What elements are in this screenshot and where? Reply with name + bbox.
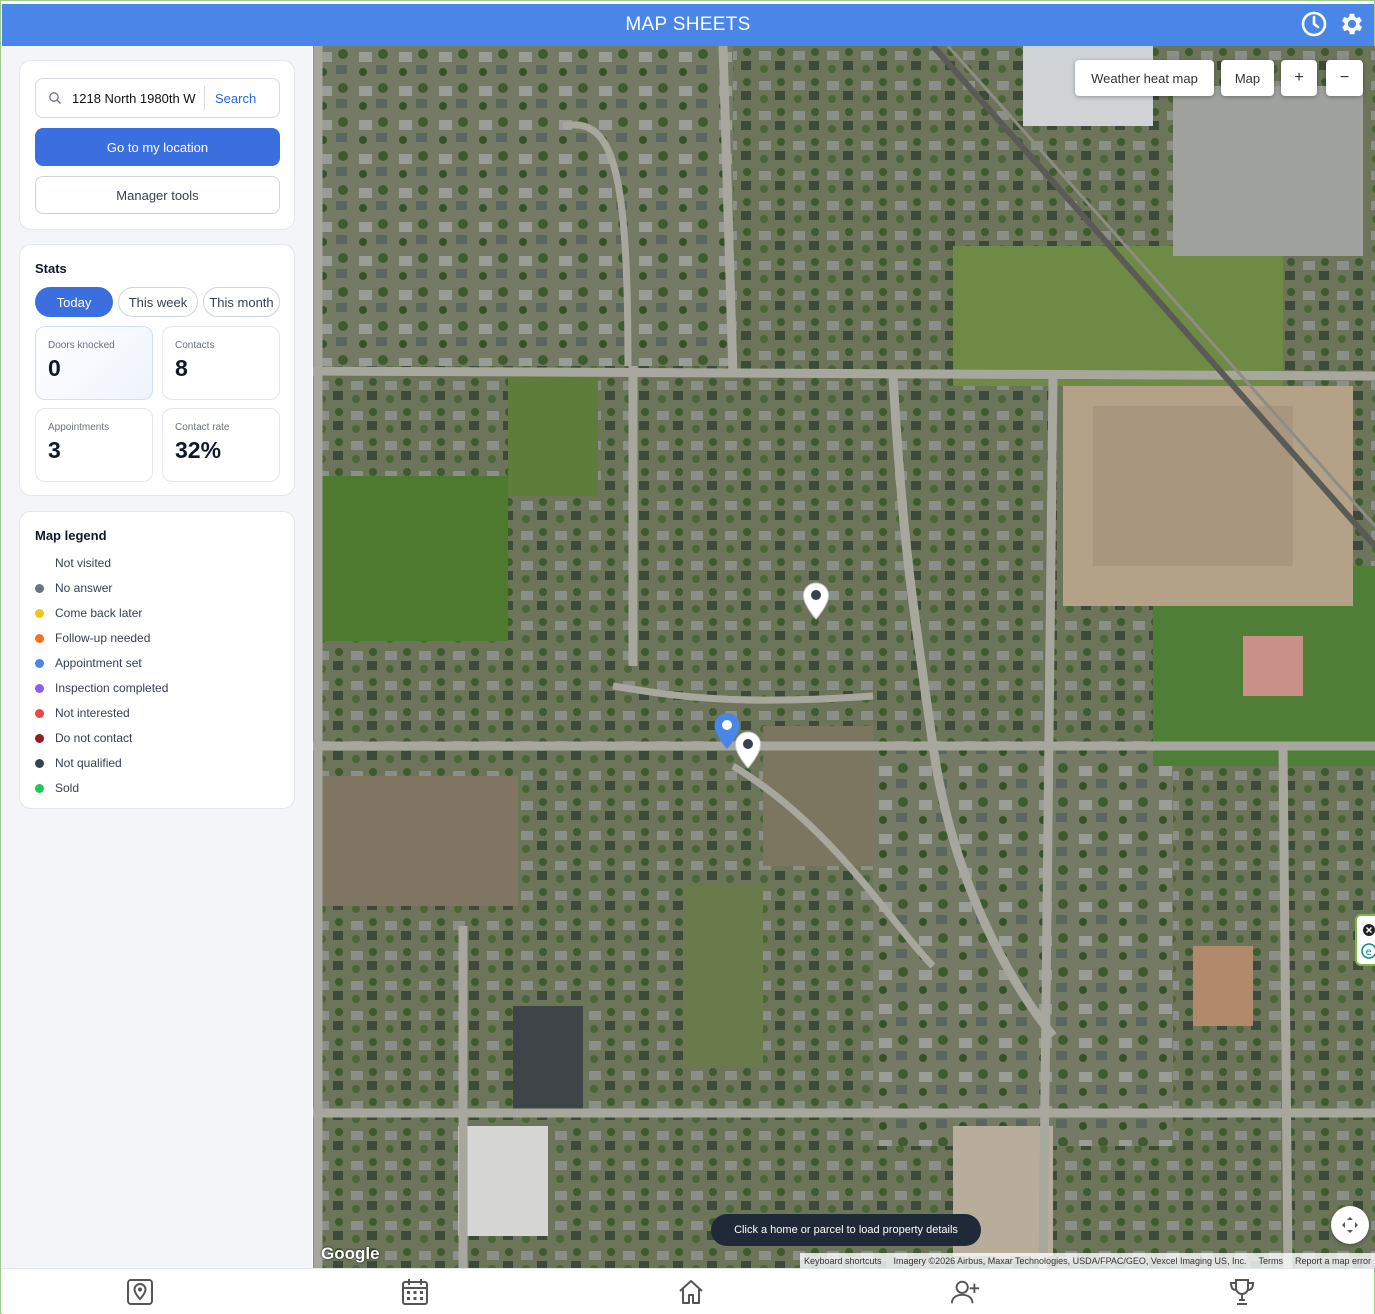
stat-contacts: Contacts 8 — [162, 326, 280, 400]
zoom-in-button[interactable]: + — [1281, 60, 1317, 96]
legend-item: Come back later — [35, 605, 142, 621]
legend-label: Follow-up needed — [55, 631, 151, 645]
map-pin-marker[interactable] — [734, 731, 762, 769]
calendar-icon[interactable] — [400, 1277, 430, 1307]
add-user-icon[interactable] — [950, 1277, 980, 1307]
satellite-imagery — [313, 46, 1375, 1268]
stat-label: Contacts — [175, 340, 215, 351]
legend-item: Inspection completed — [35, 680, 168, 696]
stats-card: Stats Today This week This month Doors k… — [19, 244, 295, 496]
terms-link[interactable]: Terms — [1258, 1256, 1283, 1266]
zoom-out-button[interactable]: − — [1326, 60, 1363, 96]
trophy-icon[interactable] — [1227, 1277, 1257, 1307]
stat-label: Contact rate — [175, 422, 230, 433]
stat-value: 0 — [48, 355, 61, 381]
legend-item: Not interested — [35, 705, 130, 721]
stat-label: Appointments — [48, 422, 110, 433]
app-title: MAP SHEETS — [625, 14, 751, 35]
legend-item: Follow-up needed — [35, 630, 150, 646]
imagery-credit: Imagery ©2026 Airbus, Maxar Technologies… — [893, 1255, 1247, 1266]
legend-color-dot — [35, 733, 44, 743]
legend-label: Come back later — [55, 606, 143, 620]
home-icon[interactable] — [676, 1277, 706, 1307]
stats-title: Stats — [35, 261, 67, 276]
stat-value: 3 — [48, 437, 61, 463]
manager-tools-button[interactable]: Manager tools — [35, 176, 280, 214]
legend-item: Not qualified — [35, 755, 122, 771]
legend-color-dot — [35, 758, 44, 768]
gear-icon[interactable] — [1338, 10, 1366, 38]
legend-color-dot — [35, 558, 44, 568]
legend-item: Sold — [35, 780, 79, 796]
legend-color-dot — [35, 658, 44, 668]
legend-color-dot — [35, 783, 44, 793]
legend-label: No answer — [55, 581, 113, 595]
google-logo: Google — [321, 1244, 380, 1263]
svg-text:e: e — [1366, 947, 1372, 958]
search-box: Search — [35, 78, 280, 118]
stat-doors-knocked: Doors knocked 0 — [35, 326, 153, 400]
legend-item: No answer — [35, 580, 112, 596]
stat-value: 8 — [175, 355, 188, 381]
legend-item: Not visited — [35, 555, 111, 571]
search-card: Search Go to my location Manager tools — [19, 60, 295, 230]
stat-appointments: Appointments 3 — [35, 408, 153, 482]
search-icon — [49, 92, 61, 104]
fullscreen-icon — [1342, 1217, 1358, 1233]
legend-label: Do not contact — [55, 731, 133, 745]
legend-label: Inspection completed — [55, 681, 169, 695]
legend-label: Not qualified — [55, 756, 122, 770]
legend-item: Do not contact — [35, 730, 132, 746]
map-view[interactable]: Weather heat map Map + − e Click a home … — [313, 46, 1375, 1268]
app-header: MAP SHEETS — [2, 4, 1374, 46]
sidebar: Search Go to my location Manager tools S… — [2, 46, 312, 1268]
report-error-link[interactable]: Report a map error — [1295, 1256, 1371, 1266]
search-input[interactable] — [72, 90, 196, 106]
go-to-my-location-button[interactable]: Go to my location — [35, 128, 280, 166]
legend-label: Not visited — [55, 556, 112, 570]
map-pin-marker[interactable] — [802, 582, 830, 620]
close-icon[interactable]: e — [1357, 916, 1375, 962]
tab-this-week[interactable]: This week — [118, 287, 198, 317]
legend-label: Sold — [55, 781, 80, 795]
map-type-button[interactable]: Map — [1221, 60, 1274, 96]
weather-heat-map-button[interactable]: Weather heat map — [1075, 60, 1214, 96]
extension-widget[interactable]: e — [1355, 914, 1375, 966]
legend-color-dot — [35, 683, 44, 693]
search-button[interactable]: Search — [205, 91, 256, 106]
tab-this-month[interactable]: This month — [203, 287, 280, 317]
stat-label: Doors knocked — [48, 340, 115, 351]
legend-title: Map legend — [35, 528, 107, 543]
tab-today[interactable]: Today — [35, 287, 113, 317]
legend-card: Map legend Not visited No answer Come back… — [19, 511, 295, 809]
legend-color-dot — [35, 608, 44, 618]
map-hint-toast: Click a home or parcel to load property … — [711, 1214, 981, 1246]
map-pin-icon[interactable] — [125, 1277, 155, 1307]
legend-color-dot — [35, 633, 44, 643]
app-window: MAP SHEETS Search Go to my location Mana… — [0, 0, 1375, 1314]
map-attribution: Keyboard shortcuts Imagery ©2026 Airbus,… — [799, 1253, 1375, 1268]
legend-item: Appointment set — [35, 655, 142, 671]
legend-color-dot — [35, 708, 44, 718]
keyboard-shortcuts-link[interactable]: Keyboard shortcuts — [804, 1256, 882, 1266]
clock-icon[interactable] — [1300, 10, 1328, 38]
stat-value: 32% — [175, 437, 222, 463]
legend-color-dot — [35, 583, 44, 593]
legend-label: Appointment set — [55, 656, 142, 670]
legend-label: Not interested — [55, 706, 130, 720]
fullscreen-button[interactable] — [1331, 1206, 1369, 1244]
stat-contact-rate: Contact rate 32% — [162, 408, 280, 482]
bottom-nav — [2, 1268, 1374, 1314]
